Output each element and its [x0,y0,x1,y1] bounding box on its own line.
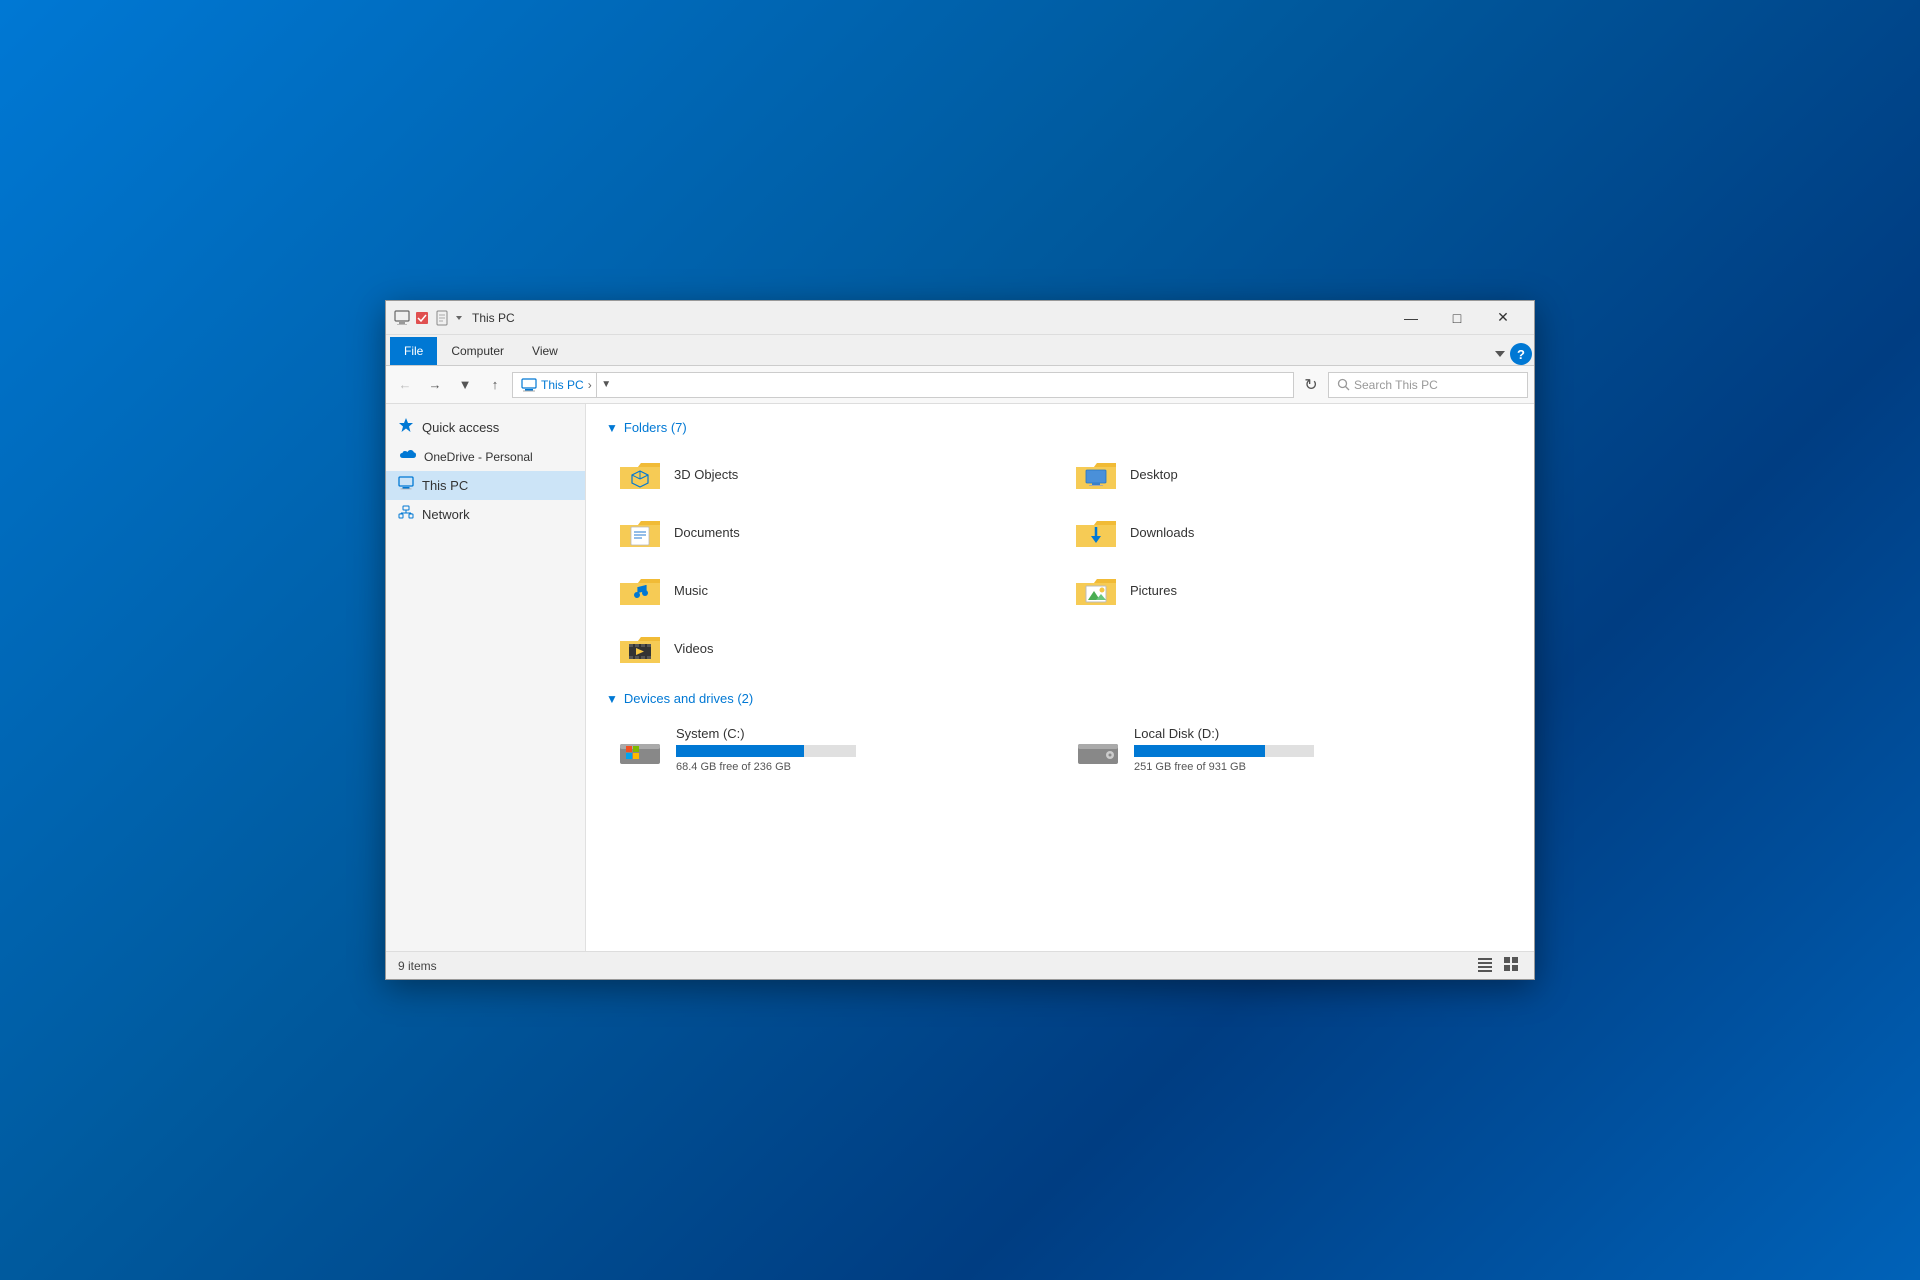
drives-section-header[interactable]: ▼ Devices and drives (2) [606,691,1514,706]
folder-documents-label: Documents [674,525,740,540]
page-icon [434,310,450,326]
sidebar-label-network: Network [422,507,470,522]
monitor-address-icon [521,378,537,392]
monitor-icon [394,310,410,326]
onedrive-icon [398,448,416,466]
folder-downloads-label: Downloads [1130,525,1194,540]
close-button[interactable]: ✕ [1480,301,1526,335]
folder-videos[interactable]: Videos [606,621,1058,675]
drive-c-icon [616,729,664,771]
drive-d[interactable]: Local Disk (D:) 251 GB free of 931 GB [1064,718,1514,781]
item-count: 9 items [398,959,437,973]
dropdown-arrow-icon [454,313,464,323]
this-pc-icon [398,476,414,495]
window-controls: — □ ✕ [1388,301,1526,335]
main-area: Quick access OneDrive - Personal [386,404,1534,951]
refresh-button[interactable]: ↻ [1298,372,1324,398]
sidebar-label-this-pc: This PC [422,478,468,493]
tab-file[interactable]: File [390,337,437,365]
folder-music-label: Music [674,583,708,598]
up-button[interactable]: ↑ [482,372,508,398]
drive-d-free: 251 GB free of 931 GB [1134,761,1314,773]
network-icon [398,505,414,524]
forward-button[interactable]: → [422,372,448,398]
sidebar: Quick access OneDrive - Personal [386,404,586,951]
drives-chevron-icon: ▼ [606,692,618,706]
drives-section-title: Devices and drives (2) [624,691,753,706]
drive-c[interactable]: System (C:) 68.4 GB free of 236 GB [606,718,1056,781]
window-title: This PC [472,311,1388,325]
drive-c-bar [676,745,804,757]
drive-d-info: Local Disk (D:) 251 GB free of 931 GB [1134,726,1314,773]
ribbon: File Computer View ? [386,335,1534,366]
folder-documents-icon [616,511,664,553]
ribbon-tabs: File Computer View ? [386,335,1534,365]
search-icon [1337,378,1350,391]
status-bar-view-controls [1474,954,1522,977]
file-explorer-window: This PC — □ ✕ File Computer View ? ← → ▼… [385,300,1535,980]
sidebar-item-network[interactable]: Network [386,500,585,529]
search-placeholder: Search This PC [1354,378,1438,392]
folders-section-title: Folders (7) [624,420,687,435]
sidebar-item-this-pc[interactable]: This PC [386,471,585,500]
folder-desktop[interactable]: Desktop [1062,447,1514,501]
tab-computer[interactable]: Computer [437,337,518,365]
folder-videos-icon [616,627,664,669]
drives-grid: System (C:) 68.4 GB free of 236 GB [606,718,1514,781]
title-bar-icons [394,310,464,326]
address-path-root: This PC [541,378,584,392]
folder-3d-objects[interactable]: 3D Objects [606,447,1058,501]
sidebar-label-quick-access: Quick access [422,420,499,435]
address-path[interactable]: This PC › ▼ [512,372,1294,398]
folder-3d-objects-icon [616,453,664,495]
status-bar: 9 items [386,951,1534,979]
folder-pictures-icon [1072,569,1120,611]
checkmark-icon [414,310,430,326]
drive-c-free: 68.4 GB free of 236 GB [676,761,856,773]
sidebar-label-onedrive: OneDrive - Personal [424,450,533,464]
address-separator: › [588,378,592,392]
sidebar-item-quick-access[interactable]: Quick access [386,412,585,443]
title-bar: This PC — □ ✕ [386,301,1534,335]
folders-chevron-icon: ▼ [606,421,618,435]
chevron-down-ribbon-icon[interactable] [1492,346,1508,362]
drive-c-bar-container [676,745,856,757]
drive-c-info: System (C:) 68.4 GB free of 236 GB [676,726,856,773]
tab-view[interactable]: View [518,337,572,365]
folder-music-icon [616,569,664,611]
maximize-button[interactable]: □ [1434,301,1480,335]
content-area: ▼ Folders (7) [586,404,1534,951]
search-box[interactable]: Search This PC [1328,372,1528,398]
sidebar-item-onedrive[interactable]: OneDrive - Personal [386,443,585,471]
tiles-view-icon[interactable] [1500,954,1522,977]
drive-d-icon [1074,729,1122,771]
recent-locations-button[interactable]: ▼ [452,372,478,398]
minimize-button[interactable]: — [1388,301,1434,335]
drive-d-bar [1134,745,1265,757]
folder-desktop-label: Desktop [1130,467,1178,482]
drive-d-name: Local Disk (D:) [1134,726,1314,741]
address-dropdown-button[interactable]: ▼ [596,372,616,398]
folders-section-header[interactable]: ▼ Folders (7) [606,420,1514,435]
folder-videos-label: Videos [674,641,714,656]
folder-3d-objects-label: 3D Objects [674,467,738,482]
back-button[interactable]: ← [392,372,418,398]
folder-pictures-label: Pictures [1130,583,1177,598]
folders-grid: 3D Objects Desktop [606,447,1514,675]
help-button[interactable]: ? [1510,343,1532,365]
folder-downloads[interactable]: Downloads [1062,505,1514,559]
folder-desktop-icon [1072,453,1120,495]
details-view-icon[interactable] [1474,954,1496,977]
drive-c-name: System (C:) [676,726,856,741]
quick-access-icon [398,417,414,438]
folder-music[interactable]: Music [606,563,1058,617]
folder-downloads-icon [1072,511,1120,553]
drive-d-bar-container [1134,745,1314,757]
address-bar: ← → ▼ ↑ This PC › ▼ ↻ Search This PC [386,366,1534,404]
folder-pictures[interactable]: Pictures [1062,563,1514,617]
ribbon-right: ? [1492,343,1534,365]
folder-documents[interactable]: Documents [606,505,1058,559]
